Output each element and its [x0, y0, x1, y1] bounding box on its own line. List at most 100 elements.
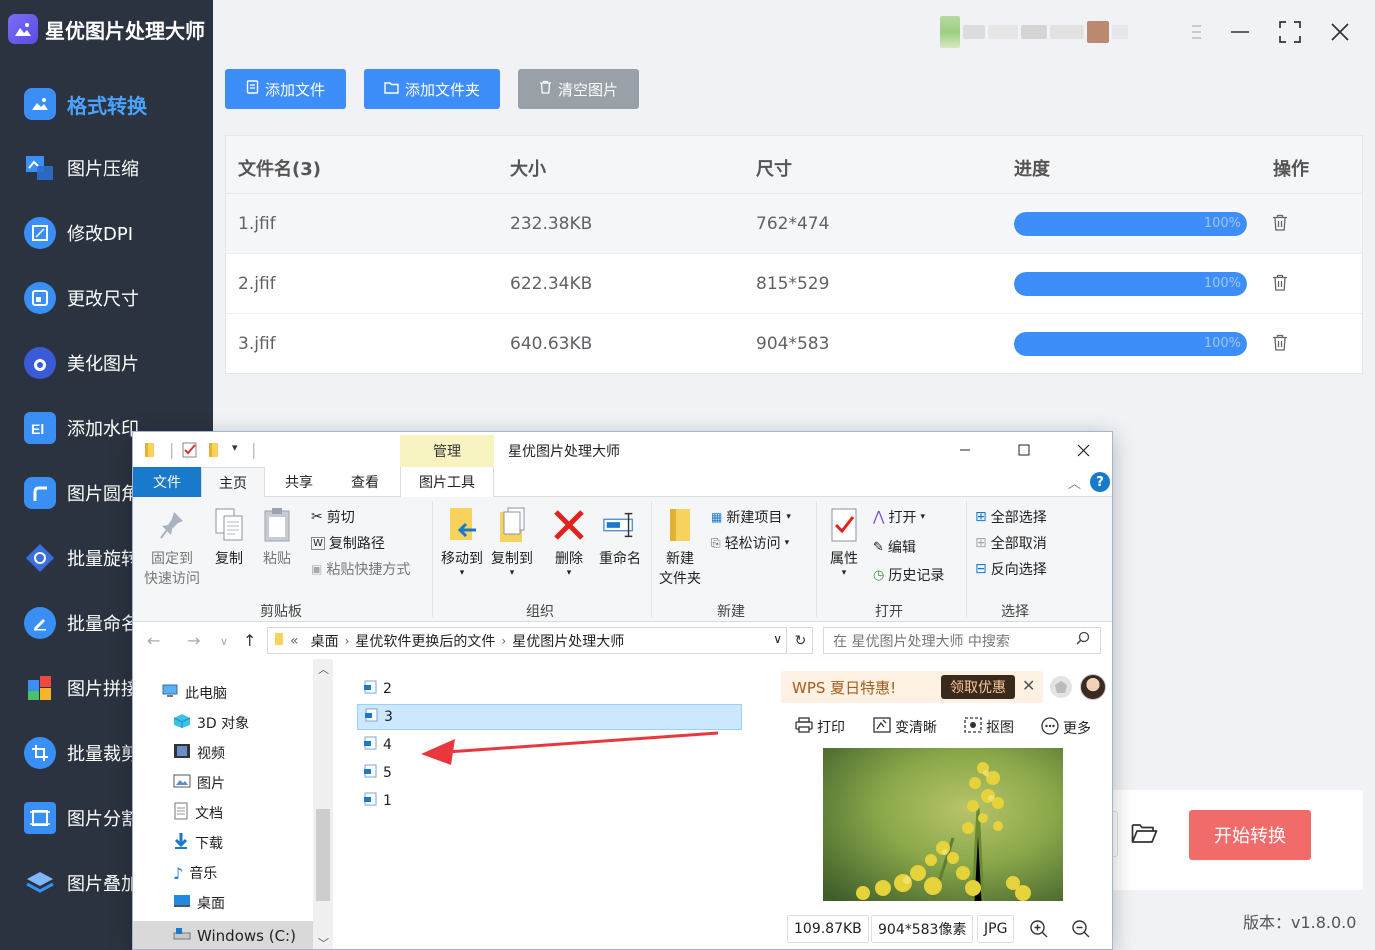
tree-item-documents[interactable]: 文档 — [173, 801, 223, 825]
forward-arrow-icon[interactable]: → — [187, 631, 200, 650]
list-item[interactable]: 2 — [357, 676, 742, 702]
new-item-button[interactable]: ▦ 新建项目 ▾ — [711, 507, 791, 527]
copy-button[interactable]: 复制 — [209, 505, 249, 569]
edit-button[interactable]: ✎ 编辑 — [873, 537, 916, 557]
properties-button[interactable]: 属性 ▾ — [823, 505, 865, 578]
invert-selection-button[interactable]: ⊟ 反向选择 — [975, 559, 1047, 579]
select-none-button[interactable]: ⊞ 全部取消 — [975, 533, 1047, 553]
zoom-out-icon[interactable] — [1071, 919, 1091, 943]
tree-item-windows-c[interactable]: Windows (C:) — [133, 921, 313, 949]
tree-scrollbar[interactable]: ︿ ﹀ — [313, 659, 333, 949]
explorer-maximize-button[interactable] — [1004, 436, 1044, 464]
sidebar-item-compress[interactable]: 图片压缩 — [0, 148, 213, 188]
open-folder-icon[interactable] — [1131, 822, 1158, 848]
sidebar-item-dpi[interactable]: 修改DPI — [0, 213, 213, 253]
more-button[interactable]: 更多 — [1041, 717, 1091, 739]
tree-item-desktop[interactable]: 桌面 — [173, 891, 225, 915]
breadcrumb-current[interactable]: 星优图片处理大师 — [512, 631, 624, 651]
pin-quick-access-button[interactable]: 固定到 快速访问 — [141, 505, 203, 589]
collapse-ribbon-icon[interactable]: ︿ — [1068, 473, 1081, 492]
explorer-close-button[interactable] — [1063, 436, 1103, 464]
breadcrumb-folder[interactable]: 星优软件更换后的文件 — [355, 631, 495, 651]
app-title: 星优图片处理大师 — [45, 18, 205, 43]
address-dropdown-icon[interactable]: ∨ — [773, 632, 782, 646]
dropdown-caret: ▾ — [459, 568, 465, 578]
zoom-in-icon[interactable] — [1029, 919, 1049, 943]
wps-claim-button[interactable]: 领取优惠 — [941, 675, 1015, 699]
scroll-down-icon[interactable]: ﹀ — [318, 935, 329, 949]
sidebar-item-resize[interactable]: 更改尺寸 — [0, 278, 213, 318]
help-icon[interactable]: ? — [1090, 472, 1110, 492]
sidebar-item-format-convert[interactable]: 格式转换 — [0, 84, 213, 124]
delete-row-icon[interactable] — [1272, 274, 1288, 295]
drive-icon — [173, 927, 191, 945]
new-folder-button[interactable]: 新建 文件夹 — [657, 505, 703, 589]
minimize-button[interactable] — [1222, 14, 1258, 50]
up-arrow-icon[interactable]: ↑ — [243, 631, 256, 650]
cell-size: 232.38KB — [510, 214, 593, 234]
manage-tab[interactable]: 管理 — [400, 435, 494, 467]
cut-button[interactable]: ✂ 剪切 — [311, 507, 355, 527]
back-arrow-icon[interactable]: ← — [147, 631, 160, 650]
print-button[interactable]: 打印 — [795, 717, 845, 737]
easy-access-button[interactable]: ⎘ 轻松访问 ▾ — [711, 533, 789, 553]
copy-path-button[interactable]: W 复制路径 — [311, 533, 385, 553]
recent-dropdown-icon[interactable]: ∨ — [220, 635, 228, 648]
tab-picture-tools[interactable]: 图片工具 — [400, 467, 494, 497]
delete-row-icon[interactable] — [1272, 334, 1288, 355]
tab-file[interactable]: 文件 — [133, 467, 201, 497]
paste-shortcut-button[interactable]: ▣ 粘贴快捷方式 — [311, 559, 410, 579]
sidebar-item-beautify[interactable]: 美化图片 — [0, 343, 213, 383]
close-icon[interactable]: ✕ — [1022, 676, 1035, 695]
paste-button[interactable]: 粘贴 — [257, 505, 297, 569]
tree-item-pictures[interactable]: 图片 — [173, 771, 225, 795]
select-none-icon: ⊞ — [975, 535, 987, 551]
open-button[interactable]: ⋀ 打开 ▾ — [873, 507, 925, 527]
breadcrumb-desktop[interactable]: 桌面 — [311, 631, 339, 651]
stitch-icon — [24, 672, 56, 704]
tree-item-music[interactable]: ♪ 音乐 — [173, 861, 217, 885]
scroll-up-icon[interactable]: ︿ — [318, 661, 329, 677]
refresh-icon[interactable]: ↻ — [789, 627, 813, 654]
delete-row-icon[interactable] — [1272, 214, 1288, 235]
rename-button[interactable]: 重命名 — [595, 505, 645, 569]
address-bar[interactable]: « 桌面 › 星优软件更换后的文件 › 星优图片处理大师 ∨ — [267, 627, 787, 654]
close-button[interactable] — [1322, 14, 1358, 50]
new-folder-icon[interactable] — [207, 442, 221, 462]
user-avatar[interactable] — [940, 14, 1155, 50]
explorer-minimize-button[interactable] — [945, 436, 985, 464]
enhance-button[interactable]: 变清晰 — [873, 717, 937, 737]
delete-button[interactable]: 删除 ▾ — [549, 505, 589, 578]
properties-icon[interactable] — [182, 442, 198, 462]
clear-images-button[interactable]: 清空图片 — [518, 69, 639, 109]
folder-icon — [384, 80, 399, 98]
menu-icon[interactable] — [1178, 14, 1214, 50]
copy-to-button[interactable]: 复制到 ▾ — [489, 505, 535, 578]
tree-item-3d-objects[interactable]: 3D 对象 — [173, 711, 249, 735]
select-all-button[interactable]: ⊞ 全部选择 — [975, 507, 1047, 527]
table-row[interactable]: 3.jfif 640.63KB 904*583 100% — [226, 314, 1362, 374]
tab-view[interactable]: 查看 — [333, 467, 397, 497]
tree-item-this-pc[interactable]: 此电脑 — [161, 681, 227, 705]
wps-promo-banner[interactable]: WPS 夏日特惠! 领取优惠 ✕ — [781, 671, 1043, 703]
tree-item-downloads[interactable]: 下载 — [173, 831, 223, 855]
wps-logo-icon[interactable] — [1050, 676, 1072, 698]
table-row[interactable]: 2.jfif 622.34KB 815*529 100% — [226, 254, 1362, 314]
list-item[interactable]: 1 — [357, 788, 742, 814]
tab-home[interactable]: 主页 — [201, 467, 265, 498]
breadcrumb-overflow[interactable]: « — [290, 633, 299, 649]
maximize-button[interactable] — [1272, 14, 1308, 50]
cutout-button[interactable]: 抠图 — [964, 717, 1014, 737]
tree-item-video[interactable]: 视频 — [173, 741, 225, 765]
avatar[interactable] — [1080, 674, 1106, 700]
search-input[interactable]: 在 星优图片处理大师 中搜索 — [823, 627, 1101, 654]
history-button[interactable]: ◷ 历史记录 — [873, 565, 944, 585]
qa-dropdown-icon[interactable]: ▾ — [232, 441, 238, 454]
scroll-thumb[interactable] — [316, 809, 330, 901]
add-file-button[interactable]: 添加文件 — [225, 69, 346, 109]
table-row[interactable]: 1.jfif 232.38KB 762*474 100% — [226, 194, 1362, 254]
move-to-button[interactable]: 移动到 ▾ — [439, 505, 485, 578]
tab-share[interactable]: 共享 — [267, 467, 331, 497]
start-convert-button[interactable]: 开始转换 — [1189, 810, 1311, 860]
add-folder-button[interactable]: 添加文件夹 — [364, 69, 500, 109]
